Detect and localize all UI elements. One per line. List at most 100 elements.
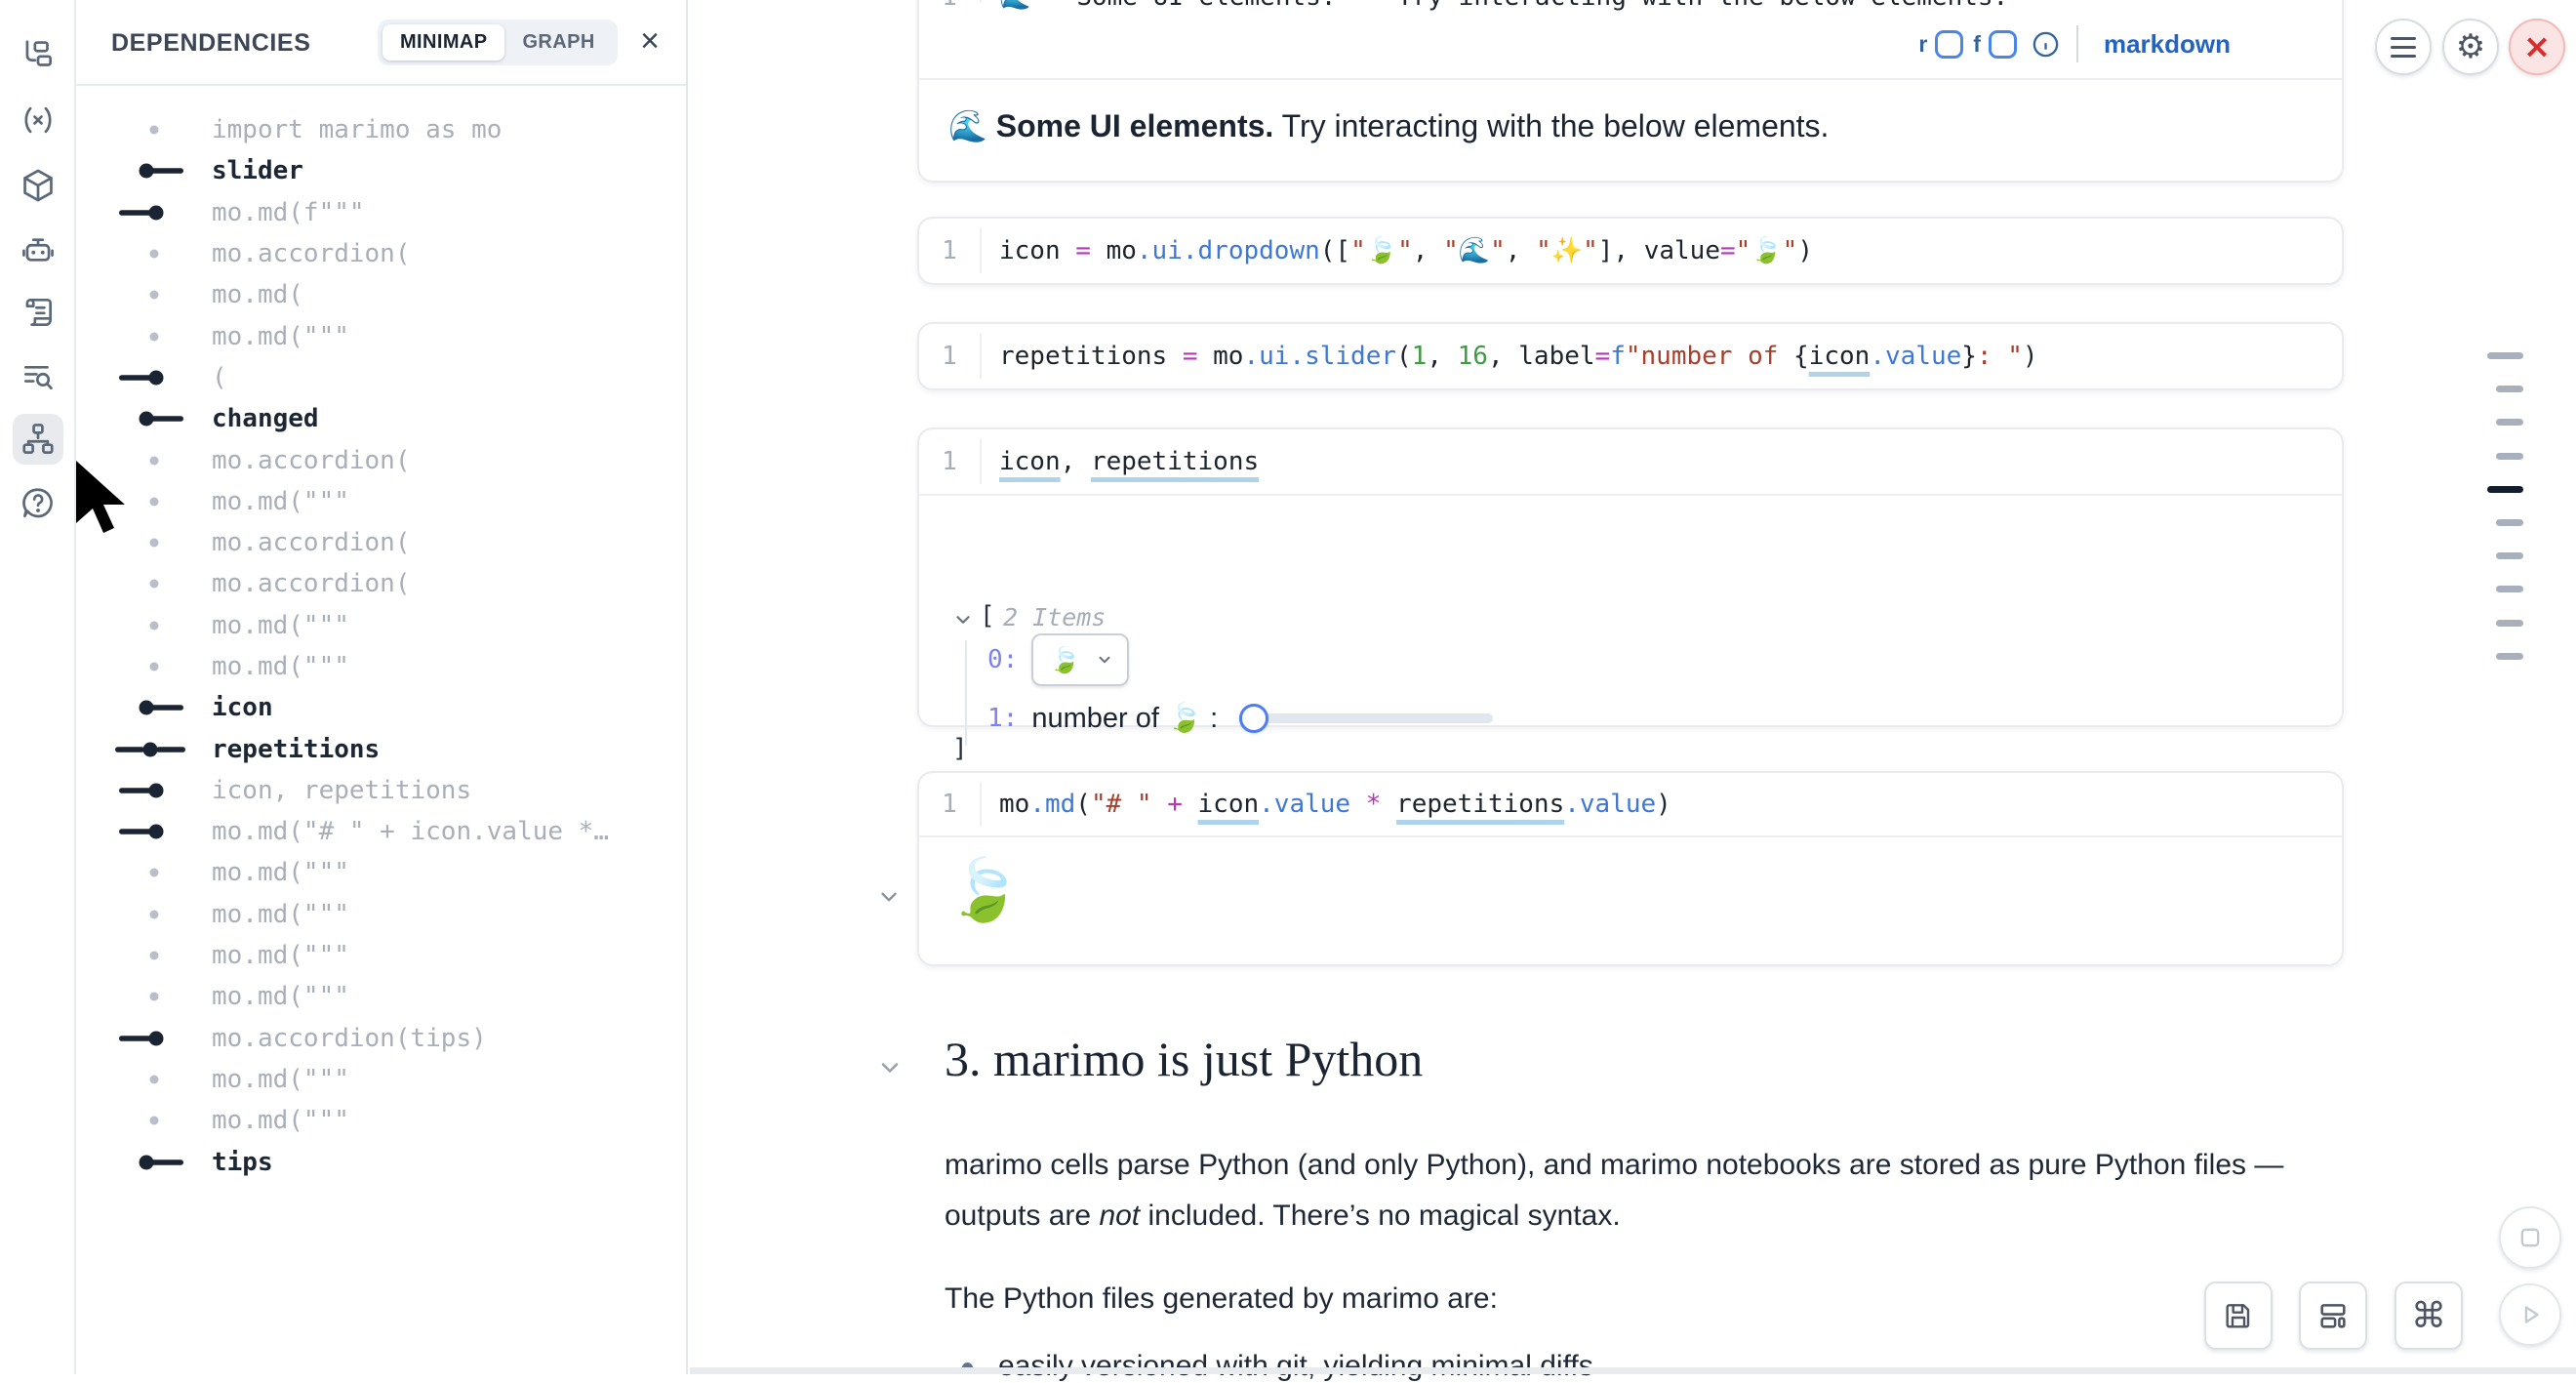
dependency-item[interactable]: repetitions: [76, 728, 684, 769]
help-button[interactable]: [13, 478, 63, 529]
dependency-item[interactable]: mo.md(""": [76, 976, 684, 1017]
dependency-item[interactable]: mo.md("# " + icon.value *…: [76, 811, 684, 852]
dependency-item[interactable]: (: [76, 357, 684, 398]
line-number: 1: [919, 790, 980, 819]
icon-dropdown[interactable]: 🍃: [1031, 633, 1129, 686]
code-line[interactable]: 1 icon = mo.ui.dropdown(["🍃", "🌊", "✨"],…: [919, 219, 2342, 283]
dependency-label: icon: [212, 693, 273, 722]
layout-button[interactable]: [2299, 1281, 2367, 1350]
minimap-mark[interactable]: [2496, 386, 2523, 392]
code-text: 🌊 **Some UI elements.** Try interacting …: [982, 0, 2008, 12]
dependency-item[interactable]: changed: [76, 398, 684, 439]
command-palette-button[interactable]: ⌘: [2395, 1281, 2463, 1350]
notebook-menu-button[interactable]: [2375, 19, 2432, 75]
dependency-item[interactable]: import marimo as mo: [76, 109, 684, 150]
run-button[interactable]: [2499, 1283, 2561, 1346]
scroll-boundary-strip: [690, 1367, 2576, 1374]
package-icon: [20, 167, 57, 204]
code-text: icon, repetitions: [982, 447, 1259, 476]
dependency-item[interactable]: mo.md(""": [76, 894, 684, 935]
dependency-item[interactable]: tips: [76, 1141, 684, 1182]
dependency-label: mo.md(""": [212, 982, 349, 1011]
scroll-icon: [20, 294, 57, 331]
minimap-mark[interactable]: [2496, 620, 2523, 627]
dependency-item[interactable]: mo.md(""": [76, 646, 684, 687]
dependency-item[interactable]: mo.md(""": [76, 935, 684, 976]
minimap-mark[interactable]: [2496, 519, 2523, 526]
items-count-label: 2 Items: [1003, 603, 1106, 631]
code-line[interactable]: 1 icon, repetitions: [919, 429, 2342, 494]
dot-marker-icon: [115, 657, 205, 676]
logs-button[interactable]: [13, 287, 63, 338]
run-checkbox[interactable]: [1935, 30, 1963, 59]
bullet-text: easily versioned with git, yielding mini…: [998, 1350, 1593, 1383]
minimap-mark[interactable]: [2487, 486, 2523, 493]
dependency-label: tips: [212, 1148, 273, 1177]
save-button[interactable]: [2204, 1281, 2273, 1350]
code-line[interactable]: 1 repetitions = mo.ui.slider(1, 16, labe…: [919, 324, 2342, 388]
tab-minimap[interactable]: MINIMAP: [382, 24, 504, 61]
ref-marker-icon: [115, 1029, 205, 1048]
minimap-mark[interactable]: [2496, 419, 2523, 426]
dependency-item[interactable]: mo.md(""": [76, 315, 684, 356]
minimap-mark[interactable]: [2496, 653, 2523, 660]
stop-button[interactable]: [2499, 1206, 2561, 1269]
dependency-item[interactable]: mo.md(f""": [76, 192, 684, 233]
tree-output: [ 2 Items 0: 🍃 1: number of 🍃 : ]: [919, 498, 2342, 725]
dependency-item[interactable]: mo.accordion(: [76, 439, 684, 480]
dependency-item[interactable]: mo.md(""": [76, 481, 684, 522]
tab-graph[interactable]: GRAPH: [504, 24, 612, 61]
dependency-item[interactable]: mo.accordion(: [76, 522, 684, 563]
dot-marker-icon: [115, 533, 205, 552]
dot-marker-icon: [115, 451, 205, 470]
dependency-item[interactable]: mo.md(""": [76, 852, 684, 893]
dependency-label: mo.accordion(: [212, 239, 411, 268]
dependency-graph-icon: [20, 421, 57, 458]
settings-button[interactable]: ⚙: [2442, 19, 2499, 75]
dependency-item[interactable]: mo.md(""": [76, 1100, 684, 1141]
minimap-mark[interactable]: [2496, 586, 2523, 592]
activity-bar: [0, 0, 76, 1374]
packages-button[interactable]: [13, 160, 63, 211]
dependency-item[interactable]: mo.accordion(tips): [76, 1018, 684, 1059]
snippets-button[interactable]: [13, 350, 63, 401]
variables-button[interactable]: [13, 95, 63, 145]
collapse-chevron-icon[interactable]: [952, 609, 974, 630]
file-explorer-button[interactable]: [13, 30, 63, 81]
dependency-item[interactable]: mo.accordion(: [76, 233, 684, 274]
code-text: repetitions = mo.ui.slider(1, 16, label=…: [982, 342, 2038, 371]
dependencies-button[interactable]: [13, 414, 63, 465]
slider-knob[interactable]: [1239, 704, 1268, 733]
cell-info-button[interactable]: [2031, 29, 2061, 60]
minimap-mark[interactable]: [2487, 352, 2523, 359]
code-line[interactable]: 1 mo.md("# " + icon.value * repetitions.…: [919, 773, 2342, 835]
tree-key-0: 0:: [987, 645, 1018, 674]
dependency-label: mo.md(""": [212, 941, 349, 970]
dependency-item[interactable]: mo.md(""": [76, 1059, 684, 1100]
dependency-item[interactable]: slider: [76, 150, 684, 191]
dependency-item[interactable]: icon: [76, 687, 684, 728]
code-line[interactable]: 1 🌊 **Some UI elements.** Try interactin…: [919, 0, 2342, 12]
dependency-item[interactable]: mo.md(: [76, 274, 684, 315]
repetitions-slider[interactable]: [1239, 704, 1493, 733]
panel-close-button[interactable]: ×: [628, 20, 671, 62]
cell-md-expression: 1 mo.md("# " + icon.value * repetitions.…: [917, 771, 2344, 966]
dependency-item[interactable]: mo.md(""": [76, 605, 684, 646]
minimap-mark[interactable]: [2496, 552, 2523, 559]
section-collapse-chevron-icon[interactable]: [876, 1054, 904, 1081]
command-icon: ⌘: [2411, 1296, 2446, 1336]
dependency-label: mo.md("# " + icon.value *…: [212, 817, 609, 846]
format-checkbox[interactable]: [1989, 30, 2017, 59]
minimap-mark[interactable]: [2496, 453, 2523, 460]
cell-dropdown-code: 1 icon = mo.ui.dropdown(["🍃", "🌊", "✨"],…: [917, 217, 2344, 285]
language-mode-label[interactable]: markdown: [2104, 29, 2231, 60]
slider-track[interactable]: [1239, 713, 1493, 723]
ai-assistant-button[interactable]: [13, 224, 63, 275]
collapse-output-chevron-icon[interactable]: [876, 884, 902, 910]
shutdown-button[interactable]: ×: [2509, 19, 2565, 75]
file-tree-icon: [20, 37, 57, 74]
dependency-item[interactable]: mo.accordion(: [76, 563, 684, 604]
dot-marker-icon: [115, 120, 205, 140]
dependency-item[interactable]: icon, repetitions: [76, 770, 684, 811]
tree-key-1: 1:: [987, 704, 1018, 733]
